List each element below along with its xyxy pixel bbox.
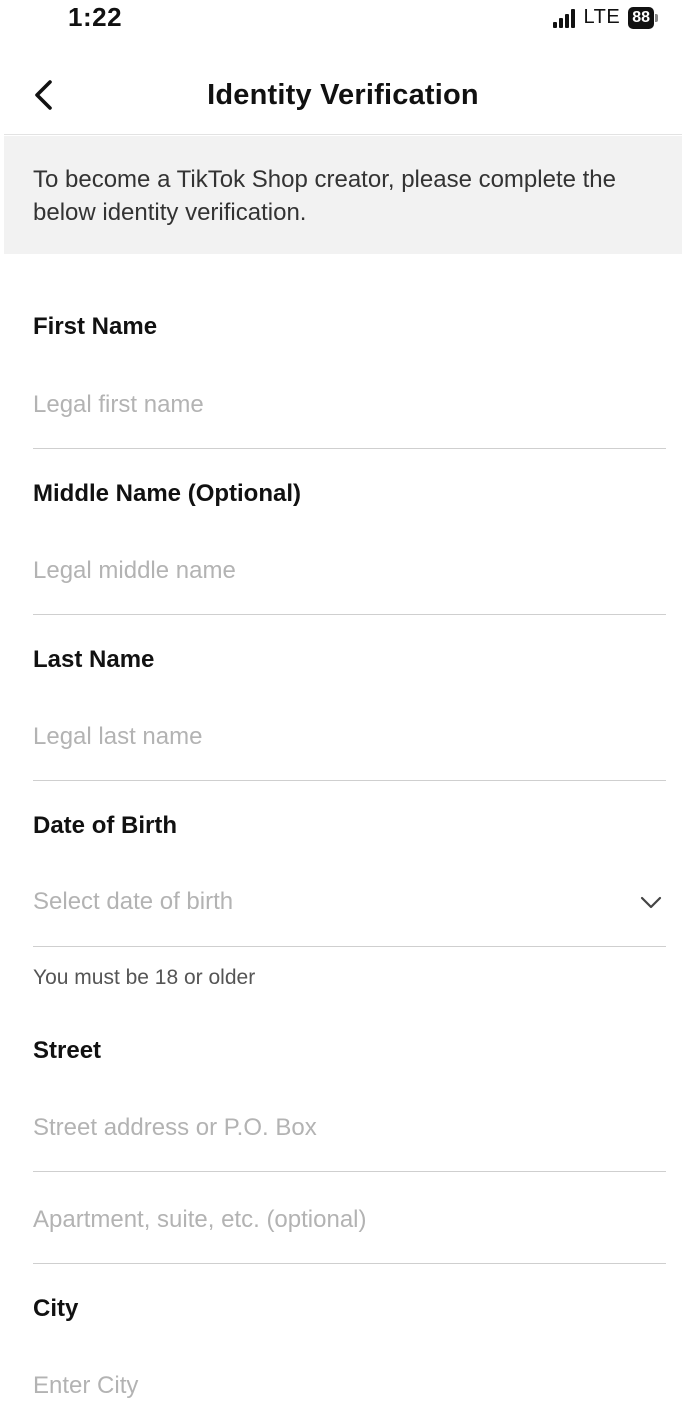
date-of-birth-divider bbox=[33, 946, 666, 947]
date-of-birth-label: Date of Birth bbox=[33, 812, 177, 839]
first-name-label: First Name bbox=[33, 313, 158, 340]
date-of-birth-select[interactable]: Select date of birth bbox=[33, 872, 666, 932]
last-name-label: Last Name bbox=[33, 646, 155, 673]
apartment-input[interactable] bbox=[33, 1190, 666, 1250]
date-of-birth-helper: You must be 18 or older bbox=[33, 966, 256, 989]
street-label: Street bbox=[33, 1037, 102, 1064]
date-of-birth-placeholder: Select date of birth bbox=[33, 888, 234, 915]
last-name-input[interactable] bbox=[33, 707, 666, 767]
nav-bar: Identity Verification bbox=[4, 55, 682, 135]
status-indicators: LTE 88 bbox=[552, 6, 658, 29]
city-input[interactable] bbox=[33, 1356, 666, 1406]
notice-text: To become a TikTok Shop creator, please … bbox=[33, 166, 616, 226]
street-divider bbox=[33, 1171, 666, 1172]
battery-icon: 88 bbox=[628, 6, 658, 29]
middle-name-divider bbox=[33, 614, 666, 615]
battery-cap bbox=[655, 13, 658, 22]
apartment-divider bbox=[33, 1263, 666, 1264]
network-label: LTE bbox=[583, 6, 621, 28]
first-name-input[interactable] bbox=[33, 375, 666, 435]
status-time: 1:22 bbox=[68, 2, 123, 32]
city-label: City bbox=[33, 1295, 79, 1322]
status-bar: 1:22 LTE 88 bbox=[0, 0, 682, 50]
identity-verification-screen: 1:22 LTE 88 Identity Verification To bec… bbox=[0, 0, 682, 1406]
street-input[interactable] bbox=[33, 1098, 666, 1158]
signal-strength-icon bbox=[552, 8, 577, 28]
page-title: Identity Verification bbox=[207, 79, 479, 111]
first-name-divider bbox=[33, 448, 666, 449]
last-name-divider bbox=[33, 780, 666, 781]
notice-banner: To become a TikTok Shop creator, please … bbox=[4, 136, 682, 254]
chevron-down-icon bbox=[640, 896, 662, 909]
middle-name-input[interactable] bbox=[33, 541, 666, 601]
middle-name-label: Middle Name (Optional) bbox=[33, 480, 302, 507]
battery-level: 88 bbox=[628, 6, 654, 29]
